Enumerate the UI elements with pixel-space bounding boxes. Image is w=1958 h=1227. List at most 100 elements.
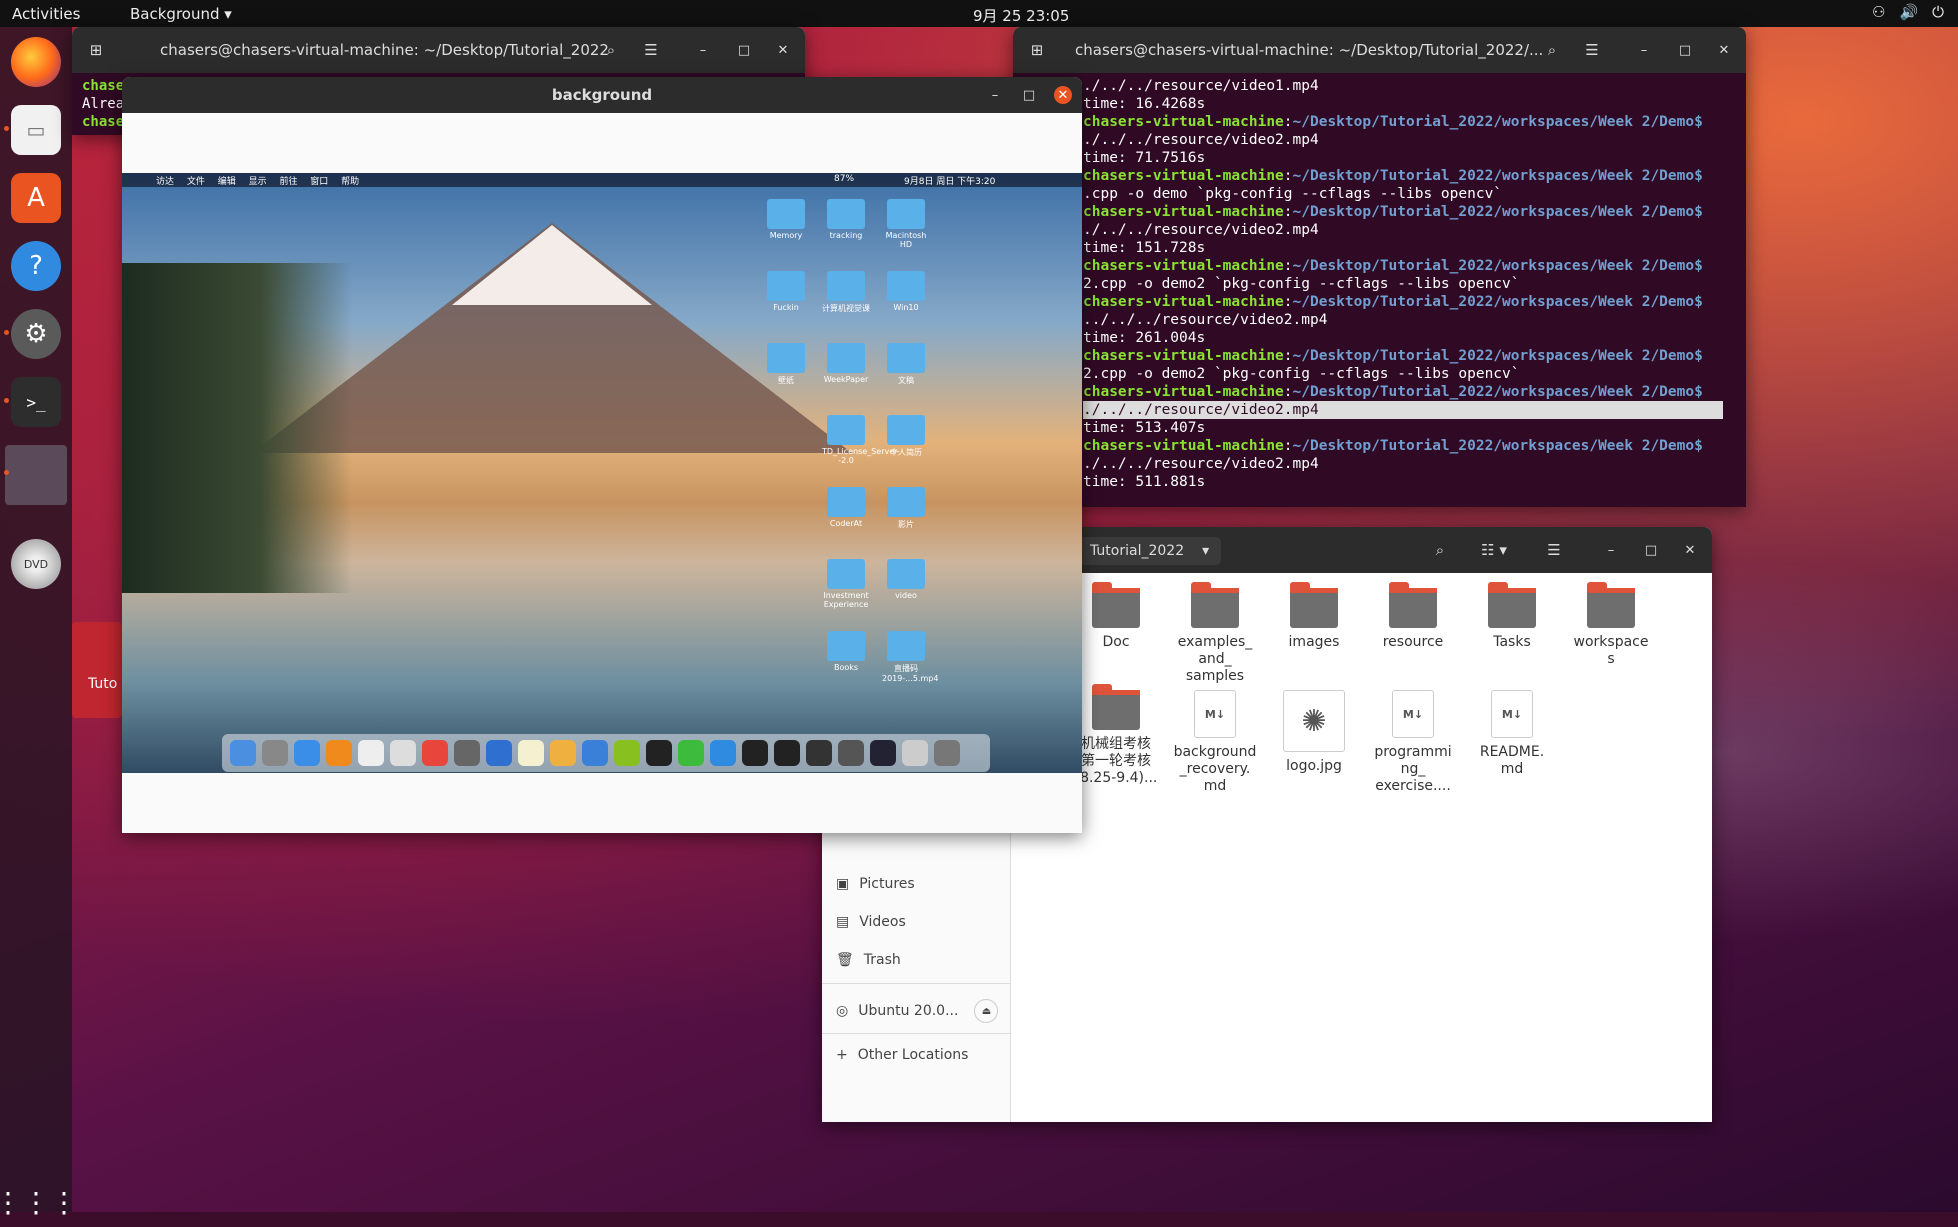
search-icon[interactable]: ⌕ xyxy=(1536,36,1568,64)
file-item[interactable]: M↓ background _recovery. md xyxy=(1170,690,1260,795)
maximize-icon[interactable]: □ xyxy=(1642,541,1660,559)
mac-folder-icon xyxy=(887,559,925,589)
maximize-icon[interactable]: □ xyxy=(1676,41,1694,59)
show-applications-icon[interactable]: ⋮⋮⋮ xyxy=(0,1177,78,1227)
mac-icon-label: Investment Experience xyxy=(823,591,869,609)
close-icon[interactable]: ✕ xyxy=(1054,86,1072,104)
prompt-user: chasers-virtual-machine xyxy=(1083,438,1284,454)
mac-desktop-icon: TD_License_Server--2.0 xyxy=(822,415,900,465)
maximize-icon[interactable]: □ xyxy=(1020,86,1038,104)
file-item-label: examples_ and_ samples xyxy=(1177,634,1253,684)
sidebar-item-videos[interactable]: ▤ Videos xyxy=(836,914,906,930)
file-item[interactable]: Tasks xyxy=(1467,582,1557,651)
mac-desktop-icon: Memory xyxy=(762,199,810,240)
path-bar[interactable]: Tutorial_2022 ▾ xyxy=(1078,537,1222,565)
terminal-text: ../../../resource/video2.mp4 xyxy=(1083,312,1328,328)
view-options-icon[interactable]: ☷ ▾ xyxy=(1466,536,1522,564)
activities-button[interactable]: Activities xyxy=(12,5,80,23)
power-icon[interactable]: ⏻ xyxy=(1932,3,1944,21)
clock[interactable]: 9月 25 23:05 xyxy=(973,5,1069,26)
terminal-line: time: 71.7516s xyxy=(1083,149,1736,167)
mac-desktop-icon: 壁纸 xyxy=(762,343,810,386)
terminal-window-right[interactable]: ⊞ chasers@chasers-virtual-machine: ~/Des… xyxy=(1013,27,1746,507)
terminal-text: ./../../resource/video2.mp4 xyxy=(1083,401,1723,419)
sidebar-item-trash[interactable]: 🗑 Trash xyxy=(836,952,901,968)
mac-icon-label: 壁纸 xyxy=(778,376,794,385)
markdown-file-icon: M↓ xyxy=(1491,690,1533,738)
file-item[interactable]: M↓ README. md xyxy=(1467,690,1557,778)
terminal-text: time: 511.881s xyxy=(1083,474,1206,490)
file-item-label: background _recovery. md xyxy=(1173,744,1257,794)
terminal-line: chasers-virtual-machine:~/Desktop/Tutori… xyxy=(1083,437,1736,455)
desktop-folder-icon[interactable]: Tuto xyxy=(72,622,122,718)
close-icon[interactable]: ✕ xyxy=(774,41,792,59)
divider xyxy=(822,983,1010,984)
menu-icon[interactable]: ☰ xyxy=(1538,536,1570,564)
path-current[interactable]: Tutorial_2022 xyxy=(1090,543,1184,559)
settings-icon[interactable]: ⚙ xyxy=(11,309,61,359)
chevron-down-icon[interactable]: ▾ xyxy=(1202,543,1209,559)
minimize-icon[interactable]: – xyxy=(694,41,712,59)
sidebar-item-pictures[interactable]: ▣ Pictures xyxy=(836,876,915,892)
network-icon[interactable]: ⚇ xyxy=(1872,3,1885,21)
files-icon[interactable]: ▭ xyxy=(11,105,61,155)
menu-icon[interactable]: ☰ xyxy=(635,36,667,64)
sidebar-item-label: Ubuntu 20.0... xyxy=(858,1003,959,1019)
terminal-text: time: 16.4268s xyxy=(1083,96,1206,112)
terminal-line: 2.cpp -o demo2 `pkg-config --cflags --li… xyxy=(1083,365,1736,383)
volume-icon[interactable]: 🔊 xyxy=(1899,3,1918,21)
file-item-label: README. md xyxy=(1479,744,1545,777)
prompt-user: chasers-virtual-machine xyxy=(1083,114,1284,130)
search-icon[interactable]: ⌕ xyxy=(595,36,627,64)
mac-clock: 9月8日 周日 下午3:20 xyxy=(904,177,996,187)
mac-menu: 访达 文件 编辑 显示 前往 窗口 帮助 xyxy=(156,177,360,187)
sidebar-item-ubuntu-drive[interactable]: ◎ Ubuntu 20.0... ⏏ xyxy=(836,999,999,1023)
terminal-text: 2.cpp -o demo2 `pkg-config --cflags --li… xyxy=(1083,276,1520,292)
dvd-icon[interactable]: DVD xyxy=(11,539,61,589)
file-item-label: workspace s xyxy=(1573,634,1649,667)
app-menu[interactable]: Background ▾ xyxy=(130,5,232,23)
file-item[interactable]: ✺ logo.jpg xyxy=(1269,690,1359,775)
file-item[interactable]: M↓ programmi ng_ exercise.... xyxy=(1368,690,1458,795)
system-tray[interactable]: ⚇ 🔊 ⏻ xyxy=(1872,3,1944,21)
terminal-icon[interactable]: >_ xyxy=(11,377,61,427)
mac-folder-icon xyxy=(887,343,925,373)
background-window[interactable]: background – □ ✕ 访达 文件 编辑 显示 前往 窗口 帮助 87… xyxy=(122,77,1082,833)
close-icon[interactable]: ✕ xyxy=(1681,541,1699,559)
software-icon[interactable]: A xyxy=(11,173,61,223)
sidebar-item-other-locations[interactable]: + Other Locations xyxy=(836,1047,968,1063)
mac-desktop-icon: video xyxy=(882,559,930,600)
terminal-line: chasers-virtual-machine:~/Desktop/Tutori… xyxy=(1083,113,1736,131)
maximize-icon[interactable]: □ xyxy=(735,41,753,59)
minimize-icon[interactable]: – xyxy=(986,86,1004,104)
file-item[interactable]: examples_ and_ samples xyxy=(1170,582,1260,685)
mac-icon-label: 影片 xyxy=(898,520,914,529)
help-icon[interactable]: ? xyxy=(11,241,61,291)
file-item[interactable]: Doc xyxy=(1071,582,1161,651)
disc-icon: ◎ xyxy=(836,1003,849,1019)
mac-desktop-icon: Books xyxy=(822,631,870,672)
prompt-user: chasers-virtual-machine xyxy=(1083,204,1284,220)
file-item[interactable]: images xyxy=(1269,582,1359,651)
terminal-output[interactable]: ./../../resource/video1.mp4 time: 16.4268… xyxy=(1013,73,1746,507)
new-tab-icon[interactable]: ⊞ xyxy=(1021,36,1053,64)
eject-icon[interactable]: ⏏ xyxy=(974,999,999,1023)
app-window-icon[interactable] xyxy=(5,445,67,505)
close-icon[interactable]: ✕ xyxy=(1715,41,1733,59)
mac-icon-label: CoderAt xyxy=(829,519,863,528)
file-item[interactable]: 机械组考核 第一轮考核 (8.25-9.4)... xyxy=(1071,684,1161,787)
prompt-path: ~/Desktop/Tutorial_2022/workspaces/Week … xyxy=(1292,294,1703,310)
file-item[interactable]: resource xyxy=(1368,582,1458,651)
menu-icon[interactable]: ☰ xyxy=(1576,36,1608,64)
mac-dock xyxy=(222,734,990,772)
new-tab-icon[interactable]: ⊞ xyxy=(80,36,112,64)
prompt-user: chasers-virtual-machine xyxy=(1083,168,1284,184)
mac-desktop-icon: 文稿 xyxy=(882,343,930,386)
terminal-line: ./../../resource/video2.mp4 xyxy=(1083,455,1736,473)
minimize-icon[interactable]: – xyxy=(1635,41,1653,59)
firefox-icon[interactable] xyxy=(11,37,61,87)
folder-icon xyxy=(1389,582,1437,628)
file-item[interactable]: workspace s xyxy=(1566,582,1656,668)
search-icon[interactable]: ⌕ xyxy=(1424,536,1456,564)
minimize-icon[interactable]: – xyxy=(1602,541,1620,559)
